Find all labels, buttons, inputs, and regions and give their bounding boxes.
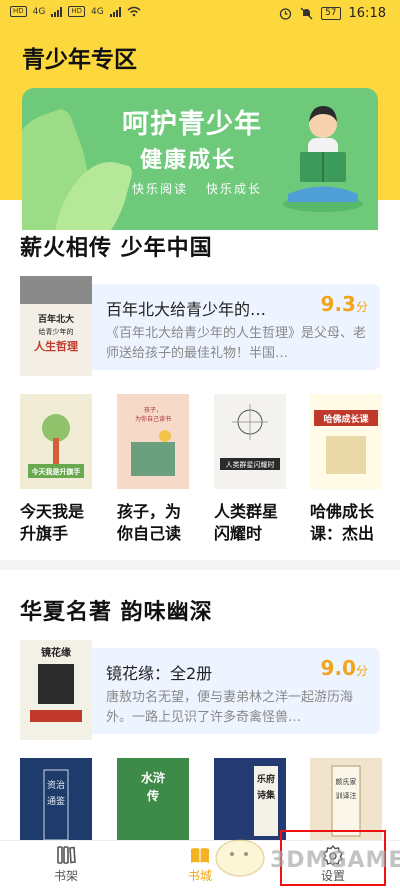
nav-store-label: 书城 (187, 869, 212, 883)
svg-text:传: 传 (146, 788, 159, 803)
clock: 16:18 (348, 6, 386, 21)
network1-label: 4G (32, 6, 46, 17)
book-item[interactable]: 今天我是升旗手 今天我是升旗手 (20, 394, 96, 545)
page-title: 青少年专区 (22, 47, 137, 73)
book-store-icon (191, 848, 209, 863)
svg-text:今天我是升旗手: 今天我是升旗手 (31, 467, 81, 476)
signal2-icon (109, 6, 121, 17)
book-cover: 哈佛成长课 (310, 394, 382, 489)
nav-store[interactable]: 书城 (160, 843, 240, 884)
book-cover: 孩子， 为你自己读书 (117, 394, 189, 489)
reading-child-illustration (283, 106, 363, 212)
banner-tag: 快乐成长 (206, 182, 263, 196)
svg-text:水浒: 水浒 (141, 770, 165, 785)
svg-text:哈佛成长课: 哈佛成长课 (323, 413, 369, 425)
book-cover: 资治 通鉴 (20, 758, 92, 853)
banner-title: 呵护青少年 (122, 109, 262, 140)
book-cover: 百年北大 给青少年的 人生哲理 (20, 276, 92, 376)
book-cover: 镜花缘 (20, 640, 92, 740)
section-divider (0, 560, 400, 570)
svg-text:诗集: 诗集 (257, 789, 276, 801)
book-title: 今天我是升旗手 (20, 502, 85, 543)
svg-text:通鉴: 通鉴 (47, 795, 65, 807)
book-cover: 人类群星闪耀时 (214, 394, 286, 489)
book-cover: 乐府 诗集 (214, 758, 286, 853)
book-title: 人类群星闪耀时 (214, 502, 279, 543)
section-title: 华夏名著 韵味幽深 (20, 600, 213, 625)
svg-text:百年北大: 百年北大 (38, 313, 74, 325)
watermark-text: 3DMGAME (270, 848, 400, 873)
svg-text:颜氏家: 颜氏家 (336, 777, 357, 786)
book-rating: 9.3分 (320, 292, 368, 316)
alarm-icon (279, 8, 292, 20)
book-item[interactable]: 人类群星闪耀时 人类群星闪耀时 (214, 394, 290, 545)
signal1-icon (51, 6, 63, 17)
svg-text:人生哲理: 人生哲理 (34, 339, 78, 353)
battery-icon: 57 (321, 7, 341, 20)
banner-tag: 快乐阅读 (132, 182, 189, 196)
sim2-badge: HD (68, 6, 86, 17)
mute-icon (300, 7, 313, 20)
svg-text:镜花缘: 镜花缘 (41, 646, 71, 659)
book-cover: 今天我是升旗手 (20, 394, 92, 489)
book-description: 《百年北大给青少年的人生哲理》是父母、老师送给孩子的最佳礼物！半国… (106, 326, 367, 361)
header: 青少年专区 呵护青少年 健康成长 快乐阅读 快乐成长 (0, 30, 400, 230)
book-title: 孩子，为你自己读 (117, 502, 182, 543)
banner-subtitle: 健康成长 (140, 148, 237, 173)
book-item[interactable]: 哈佛成长课 哈佛成长课：杰出 (310, 394, 386, 545)
book-rating: 9.0分 (320, 656, 368, 680)
wifi-icon (127, 6, 141, 17)
svg-text:乐府: 乐府 (257, 773, 275, 785)
svg-text:为你自己读书: 为你自己读书 (135, 415, 171, 423)
nav-bookshelf-label: 书架 (53, 869, 78, 883)
book-title: 镜花缘：全2册 (106, 664, 213, 683)
featured-book[interactable]: 百年北大 给青少年的 人生哲理 百年北大给青少年的… 9.3分 《百年北大给青少… (20, 276, 380, 376)
book-title: 哈佛成长课：杰出 (310, 502, 375, 543)
section-title: 薪火相传 少年中国 (20, 236, 213, 261)
svg-text:资治: 资治 (47, 779, 65, 791)
nav-bookshelf[interactable]: 书架 (26, 843, 106, 884)
status-bar: HD 4G HD 4G 57 16:18 (0, 0, 400, 30)
sim1-badge: HD (10, 6, 27, 17)
book-description: 唐敖功名无望，便与妻弟林之洋一起游历海外。一路上见识了许多奇禽怪兽… (106, 690, 354, 725)
network2-label: 4G (91, 6, 104, 17)
svg-text:给青少年的: 给青少年的 (39, 327, 74, 336)
svg-text:人类群星闪耀时: 人类群星闪耀时 (226, 460, 275, 469)
featured-book[interactable]: 镜花缘 镜花缘：全2册 9.0分 唐敖功名无望，便与妻弟林之洋一起游历海外。一路… (20, 640, 380, 740)
bookshelf-icon (57, 846, 76, 864)
svg-text:训译注: 训译注 (336, 791, 357, 800)
book-item[interactable]: 孩子， 为你自己读书 孩子，为你自己读 (117, 394, 193, 545)
book-title: 百年北大给青少年的… (106, 300, 267, 319)
svg-text:孩子，: 孩子， (144, 406, 162, 414)
banner[interactable]: 呵护青少年 健康成长 快乐阅读 快乐成长 (22, 88, 378, 230)
book-cover: 水浒 传 (117, 758, 189, 853)
